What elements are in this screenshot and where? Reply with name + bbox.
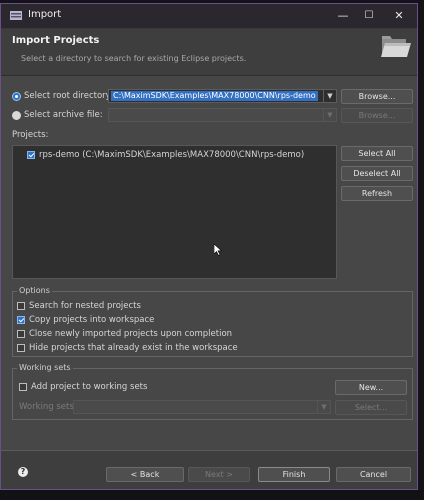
deselect-all-button[interactable]: Deselect All xyxy=(341,166,413,181)
close-imported-checkbox[interactable] xyxy=(17,330,25,338)
maximize-button[interactable]: ☐ xyxy=(357,7,381,24)
working-sets-combo[interactable]: ▼ xyxy=(73,400,331,414)
title-bar: Import — ☐ ✕ xyxy=(1,4,417,29)
options-group: Options Search for nested projects Copy … xyxy=(12,286,413,357)
chevron-down-icon[interactable]: ▼ xyxy=(323,90,336,102)
project-label: rps-demo (C:\MaximSDK\Examples\MAX78000\… xyxy=(39,150,305,160)
options-legend: Options xyxy=(17,286,52,295)
page-title: Import Projects xyxy=(12,35,100,46)
finish-button[interactable]: Finish xyxy=(258,467,330,482)
page-description: Select a directory to search for existin… xyxy=(21,54,247,63)
mouse-cursor-icon xyxy=(214,244,222,256)
chevron-down-icon: ▼ xyxy=(317,401,330,413)
eclipse-import-icon xyxy=(10,11,22,20)
add-to-working-sets-checkbox[interactable] xyxy=(19,383,27,391)
add-to-working-sets-label[interactable]: Add project to working sets xyxy=(31,382,147,392)
select-all-button[interactable]: Select All xyxy=(341,146,413,161)
working-sets-group: Working sets Add project to working sets… xyxy=(12,363,413,420)
archive-file-label: Select archive file: xyxy=(24,110,103,120)
close-icon: ✕ xyxy=(394,9,404,22)
next-button[interactable]: Next > xyxy=(188,467,250,482)
root-directory-label: Select root directory: xyxy=(24,91,113,101)
browse-archive-button[interactable]: Browse... xyxy=(341,108,413,123)
desktop-background xyxy=(0,490,424,500)
root-directory-combo[interactable]: C:\MaximSDK\Examples\MAX78000\CNN\rps-de… xyxy=(108,89,337,103)
browse-root-button[interactable]: Browse... xyxy=(341,89,413,104)
minimize-button[interactable]: — xyxy=(331,7,355,24)
maximize-icon: ☐ xyxy=(364,10,374,21)
project-checkbox[interactable] xyxy=(27,151,35,159)
minimize-icon: — xyxy=(337,9,349,22)
wizard-footer: ? < Back Next > Finish Cancel xyxy=(1,451,417,489)
wizard-banner: Import Projects Select a directory to se… xyxy=(1,29,417,76)
import-dialog: Import — ☐ ✕ Import Projects Select a di… xyxy=(0,3,418,490)
copy-into-workspace-checkbox[interactable] xyxy=(17,316,25,324)
projects-label: Projects: xyxy=(12,130,49,140)
working-sets-label: Working sets: xyxy=(19,402,77,412)
cancel-button[interactable]: Cancel xyxy=(336,467,411,482)
close-imported-label[interactable]: Close newly imported projects upon compl… xyxy=(29,329,232,339)
select-working-sets-button[interactable]: Select... xyxy=(335,400,407,415)
help-icon[interactable]: ? xyxy=(18,467,28,477)
new-working-set-button[interactable]: New... xyxy=(335,380,407,395)
chevron-down-icon: ▼ xyxy=(323,109,336,121)
root-directory-radio[interactable] xyxy=(12,92,21,101)
working-sets-legend: Working sets xyxy=(17,363,73,372)
projects-list[interactable]: rps-demo (C:\MaximSDK\Examples\MAX78000\… xyxy=(12,145,337,279)
list-item[interactable]: rps-demo (C:\MaximSDK\Examples\MAX78000\… xyxy=(27,150,327,161)
copy-into-workspace-label[interactable]: Copy projects into workspace xyxy=(29,315,154,325)
window-title: Import xyxy=(28,9,62,20)
folder-open-icon xyxy=(381,36,411,57)
archive-file-combo[interactable]: ▼ xyxy=(108,108,337,122)
hide-existing-checkbox[interactable] xyxy=(17,344,25,352)
search-nested-label[interactable]: Search for nested projects xyxy=(29,301,141,311)
refresh-button[interactable]: Refresh xyxy=(341,186,413,201)
hide-existing-label[interactable]: Hide projects that already exist in the … xyxy=(29,343,238,353)
search-nested-checkbox[interactable] xyxy=(17,302,25,310)
root-directory-value[interactable]: C:\MaximSDK\Examples\MAX78000\CNN\rps-de… xyxy=(111,91,318,101)
archive-file-radio[interactable] xyxy=(12,111,21,120)
close-button[interactable]: ✕ xyxy=(387,7,411,24)
back-button[interactable]: < Back xyxy=(106,467,184,482)
